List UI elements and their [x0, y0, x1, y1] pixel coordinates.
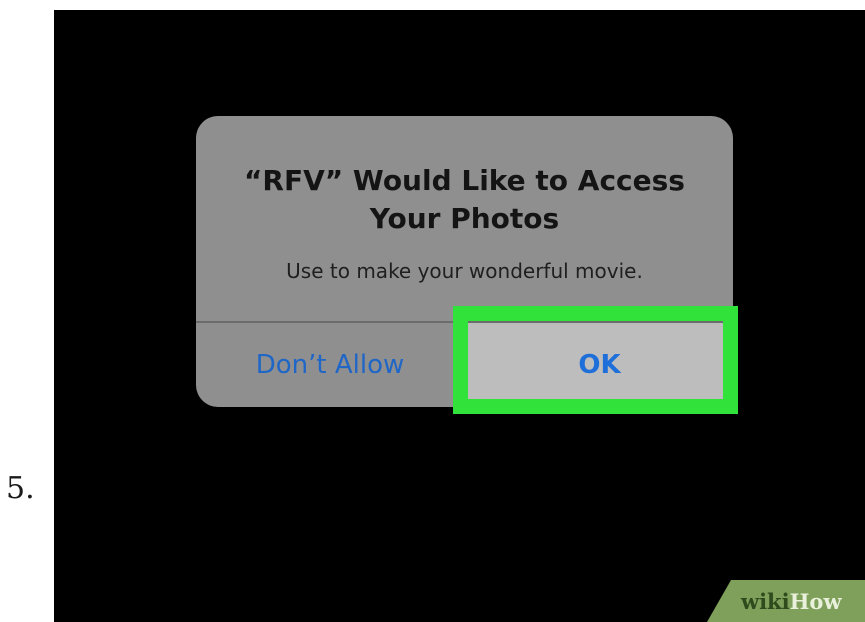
page: 5. “RFV” Would Like to Access Your Photo… — [0, 0, 865, 622]
alert-body: “RFV” Would Like to Access Your Photos U… — [196, 116, 733, 321]
ok-button[interactable]: OK — [466, 323, 733, 407]
alert-message: Use to make your wonderful movie. — [286, 259, 643, 283]
alert-title-line-1: “RFV” Would Like to Access — [244, 164, 685, 197]
dont-allow-button[interactable]: Don’t Allow — [196, 323, 464, 407]
step-number: 5. — [6, 471, 35, 506]
wikihow-watermark: wikiHow — [707, 580, 865, 622]
alert-title: “RFV” Would Like to Access Your Photos — [196, 162, 733, 238]
phone-screen: “RFV” Would Like to Access Your Photos U… — [54, 10, 865, 622]
svg-text:wikiHow: wikiHow — [740, 589, 842, 614]
permission-alert-dialog: “RFV” Would Like to Access Your Photos U… — [196, 116, 733, 407]
wikihow-logo: wikiHow — [740, 589, 842, 614]
alert-title-line-2: Your Photos — [369, 202, 560, 235]
